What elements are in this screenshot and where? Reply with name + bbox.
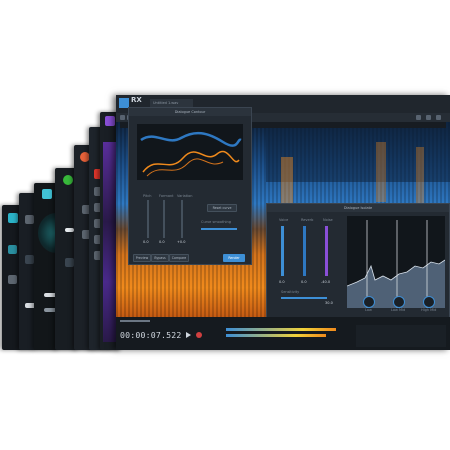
low-band-label: Low [365,308,372,312]
zoom-slider[interactable] [120,320,150,322]
variation-label: Variation [177,194,193,198]
tool-icon [25,215,34,224]
voice-value: 0.0 [279,280,285,284]
render-button[interactable]: Render [223,254,245,262]
noise-label: Noise [323,218,333,222]
sensitivity-value: 30.0 [325,301,333,305]
record-icon[interactable] [196,332,202,338]
curve-smoothing-label: Curve smoothing [201,220,231,224]
reverb-fader[interactable] [303,226,306,276]
selection-info-table [356,325,446,347]
preview-button[interactable]: Preview [133,254,151,262]
product-badge-icon [105,116,115,126]
reverb-label: Reverb [301,218,314,222]
curve-smoothing-slider[interactable] [201,228,237,230]
voice-label: Voice [279,218,289,222]
tool-icon [65,258,74,267]
low-mid-band-label: Low Mid [391,308,406,312]
tool-icon [8,245,17,254]
tool-button-icon[interactable] [120,115,125,120]
tool-icon [25,255,34,264]
pitch-label: Pitch [143,194,152,198]
low-mid-band-knob[interactable] [393,296,405,308]
voice-fader[interactable] [281,226,284,276]
rx-main-window: RX Untitled 1.wav Dialogue Contour Pitch… [116,95,450,350]
file-tab[interactable]: Untitled 1.wav [150,99,193,107]
formant-slider[interactable] [163,200,165,238]
dialogue-contour-panel: Dialogue Contour Pitch Formant Variation… [128,107,252,265]
spectrum-display[interactable] [347,216,445,308]
formant-value: 0.0 [159,240,165,244]
reverb-value: 0.0 [301,280,307,284]
panel-title: Dialogue Isolate [267,204,449,212]
level-meter [226,328,336,331]
noise-value: -40.0 [321,280,331,284]
product-badge-icon [63,175,73,185]
tool-button-icon[interactable] [416,115,421,120]
transport-bar: 00:00:07.522 [116,317,450,350]
variation-value: +0.0 [177,240,186,244]
tool-icon [8,275,17,284]
product-badge-icon [42,189,52,199]
high-mid-band-knob[interactable] [423,296,435,308]
tool-icon [65,228,74,232]
time-readout: 00:00:07.522 [120,330,182,340]
tool-button-icon[interactable] [426,115,431,120]
product-badge-icon [8,213,18,223]
reset-curve-button[interactable]: Reset curve [207,204,237,212]
formant-label: Formant [159,194,174,198]
bypass-button[interactable]: Bypass [151,254,169,262]
pitch-value: 0.0 [143,240,149,244]
level-meter [226,334,326,337]
variation-slider[interactable] [181,200,183,238]
dialogue-isolate-panel: Dialogue Isolate Voice Reverb Noise 0.0 … [266,203,450,333]
app-logo-text: RX [131,96,142,104]
panel-title: Dialogue Contour [129,108,251,116]
pitch-contour-graph[interactable] [137,124,243,180]
compare-button[interactable]: Compare [169,254,189,262]
tool-button-icon[interactable] [436,115,441,120]
low-band-knob[interactable] [363,296,375,308]
play-icon[interactable] [186,332,191,338]
pitch-slider[interactable] [147,200,149,238]
sensitivity-label: Sensitivity [281,290,300,294]
sensitivity-slider[interactable] [281,297,327,299]
noise-fader[interactable] [325,226,328,276]
high-mid-band-label: High Mid [421,308,437,312]
